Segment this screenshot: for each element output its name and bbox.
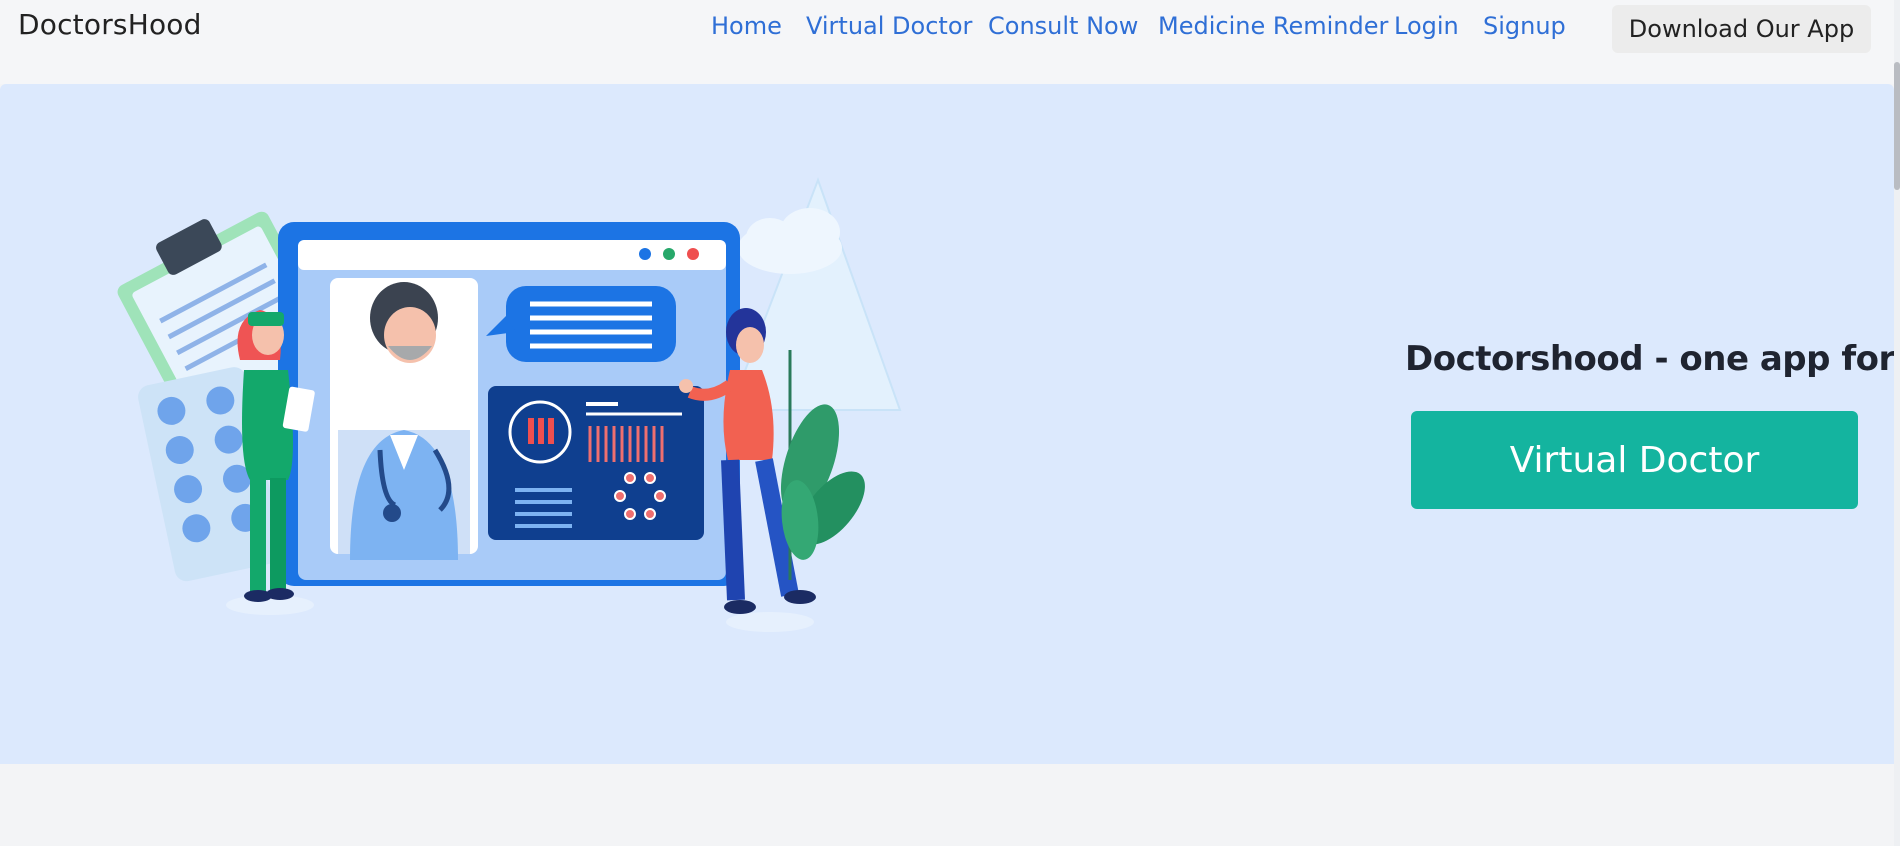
telemedicine-illustration	[117, 177, 902, 632]
navbar: DoctorsHood Home Virtual Doctor Consult …	[0, 0, 1900, 84]
nav-link-virtual-doctor[interactable]: Virtual Doctor	[806, 12, 972, 40]
brand-logo[interactable]: DoctorsHood	[18, 8, 202, 41]
nav-link-home[interactable]: Home	[711, 12, 782, 40]
cloud-icon	[738, 208, 842, 274]
nav-link-signup[interactable]: Signup	[1483, 12, 1566, 40]
download-app-button[interactable]: Download Our App	[1612, 5, 1871, 53]
scrollbar[interactable]	[1894, 0, 1900, 846]
nav-link-login[interactable]: Login	[1394, 12, 1459, 40]
scrollbar-thumb[interactable]	[1894, 62, 1900, 190]
nav-link-medicine-reminder[interactable]: Medicine Reminder	[1158, 12, 1388, 40]
monitor-screen	[278, 222, 740, 586]
virtual-doctor-button[interactable]: Virtual Doctor	[1411, 411, 1858, 509]
nav-link-consult-now[interactable]: Consult Now	[988, 12, 1138, 40]
hero-tagline: Doctorshood - one app for all	[1405, 339, 1900, 379]
